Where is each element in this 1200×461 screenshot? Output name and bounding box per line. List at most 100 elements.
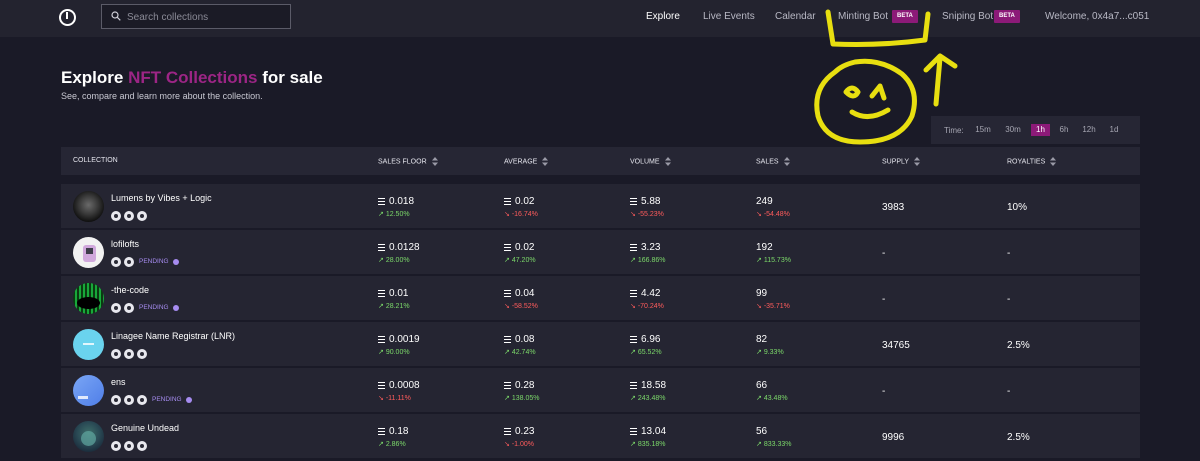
search-box[interactable]: [101, 4, 291, 29]
collection-name[interactable]: Lumens by Vibes + Logic: [111, 193, 212, 203]
collection-name[interactable]: ens: [111, 377, 126, 387]
search-input[interactable]: [127, 7, 287, 27]
chart-icon[interactable]: [137, 440, 147, 451]
royalties-value: 2.5%: [1007, 432, 1030, 443]
table-row[interactable]: Linagee Name Registrar (LNR) 0.0019 ↗ 90…: [61, 322, 1140, 366]
table-row[interactable]: Lumens by Vibes + Logic 0.018 ↗ 12.50% 0…: [61, 184, 1140, 228]
welcome-account-menu[interactable]: Welcome, 0x4a7...c051: [1045, 11, 1149, 22]
sales-count: 249: [756, 196, 773, 207]
sales-count: 82: [756, 334, 768, 345]
collection-links: PENDING: [111, 299, 179, 313]
looksrare-icon[interactable]: [124, 348, 134, 359]
eth-icon: [504, 288, 511, 299]
header-average[interactable]: AVERAGE: [504, 157, 549, 166]
eth-icon: [630, 334, 637, 345]
collection-name[interactable]: lofilofts: [111, 239, 139, 249]
supply-value: -: [882, 248, 886, 259]
title-accent: NFT Collections: [128, 68, 258, 87]
volume-value: 3.23: [630, 242, 660, 253]
opensea-icon[interactable]: [111, 394, 121, 405]
table-row[interactable]: -the-code PENDING 0.01 ↗ 28.21% 0.04 ↘ -…: [61, 276, 1140, 320]
royalties-value: -: [1007, 294, 1011, 305]
chart-icon[interactable]: [137, 348, 147, 359]
eth-icon: [630, 242, 637, 253]
table-row[interactable]: lofilofts PENDING 0.0128 ↗ 28.00% 0.02 ↗…: [61, 230, 1140, 274]
chart-icon[interactable]: [137, 394, 147, 405]
sales-change-value: 9.33%: [763, 349, 784, 356]
header-supply[interactable]: SUPPLY: [882, 157, 921, 166]
header-supply-label: SUPPLY: [882, 158, 910, 166]
time-option-1d[interactable]: 1d: [1107, 124, 1121, 136]
sales-floor-change-value: 90.00%: [385, 349, 410, 356]
nav-calendar[interactable]: Calendar: [775, 11, 816, 22]
change-arrow-icon: ↘: [504, 441, 510, 448]
looksrare-icon[interactable]: [111, 256, 121, 267]
time-option-12h[interactable]: 12h: [1080, 124, 1098, 136]
average-change-value: -1.00%: [511, 441, 535, 448]
page-title: Explore NFT Collections for sale: [61, 68, 323, 88]
change-arrow-icon: ↗: [630, 257, 636, 264]
table-row[interactable]: Genuine Undead 0.18 ↗ 2.86% 0.23 ↘ -1.00…: [61, 414, 1140, 458]
collection-name[interactable]: -the-code: [111, 285, 149, 295]
opensea-icon[interactable]: [111, 210, 121, 221]
sales-floor-amount: 0.0128: [389, 242, 420, 254]
table-row[interactable]: ens PENDING 0.0008 ↘ -11.11% 0.28 ↗ 138.…: [61, 368, 1140, 412]
volume-value: 18.58: [630, 380, 666, 391]
sales-floor-value: 0.01: [378, 288, 408, 299]
eth-icon: [504, 380, 511, 391]
chart-icon[interactable]: [124, 302, 134, 313]
sales-change: ↘ -35.71%: [756, 302, 790, 310]
chart-icon[interactable]: [124, 256, 134, 267]
average-amount: 0.02: [515, 242, 535, 254]
average-amount: 0.28: [515, 380, 535, 392]
chart-icon[interactable]: [137, 210, 147, 221]
search-icon: [111, 11, 121, 21]
header-sales-floor[interactable]: SALES FLOOR: [378, 157, 438, 166]
nav-sniping-bot[interactable]: Sniping Bot: [942, 11, 993, 22]
header-royalties-label: ROYALTIES: [1007, 158, 1046, 166]
sales-floor-amount: 0.18: [389, 426, 409, 438]
title-part-2: for sale: [262, 68, 323, 87]
eth-icon: [378, 426, 385, 437]
sales-floor-change: ↗ 90.00%: [378, 348, 410, 356]
eth-icon: [378, 196, 385, 207]
volume-change-value: -55.23%: [637, 211, 664, 218]
header-sales[interactable]: SALES: [756, 157, 790, 166]
nav-explore[interactable]: Explore: [646, 11, 680, 22]
sales-floor-change: ↗ 2.86%: [378, 440, 406, 448]
volume-amount: 5.88: [641, 196, 661, 208]
time-option-15m[interactable]: 15m: [971, 124, 995, 136]
change-arrow-icon: ↗: [630, 349, 636, 356]
change-arrow-icon: ↘: [630, 303, 636, 310]
sort-icon: [664, 157, 671, 166]
header-volume[interactable]: VOLUME: [630, 157, 671, 166]
eth-icon: [630, 196, 637, 207]
volume-change: ↗ 243.48%: [630, 394, 665, 402]
sales-floor-change: ↗ 12.50%: [378, 210, 410, 218]
time-option-6h[interactable]: 6h: [1056, 124, 1072, 136]
royalties-value: 10%: [1007, 202, 1028, 213]
nav-live-events[interactable]: Live Events: [703, 11, 755, 22]
header-royalties[interactable]: ROYALTIES: [1007, 157, 1057, 166]
opensea-icon[interactable]: [111, 348, 121, 359]
sales-floor-change-value: 2.86%: [385, 441, 406, 448]
logo-icon[interactable]: [59, 9, 76, 26]
volume-amount: 18.58: [641, 380, 667, 392]
average-amount: 0.23: [515, 426, 535, 438]
average-amount: 0.08: [515, 334, 535, 346]
looksrare-icon[interactable]: [111, 302, 121, 313]
looksrare-icon[interactable]: [124, 440, 134, 451]
collection-name[interactable]: Linagee Name Registrar (LNR): [111, 331, 235, 341]
pending-status-icon: [172, 258, 179, 265]
time-option-30m[interactable]: 30m: [1001, 124, 1025, 136]
opensea-icon[interactable]: [111, 440, 121, 451]
collection-name[interactable]: Genuine Undead: [111, 423, 179, 433]
sort-icon: [914, 157, 921, 166]
looksrare-icon[interactable]: [124, 394, 134, 405]
average-change: ↘ -58.52%: [504, 302, 538, 310]
header-collection[interactable]: COLLECTION: [73, 157, 118, 164]
looksrare-icon[interactable]: [124, 210, 134, 221]
nav-minting-bot[interactable]: Minting Bot: [838, 11, 888, 22]
eth-icon: [630, 380, 637, 391]
time-option-1h[interactable]: 1h: [1031, 124, 1050, 136]
